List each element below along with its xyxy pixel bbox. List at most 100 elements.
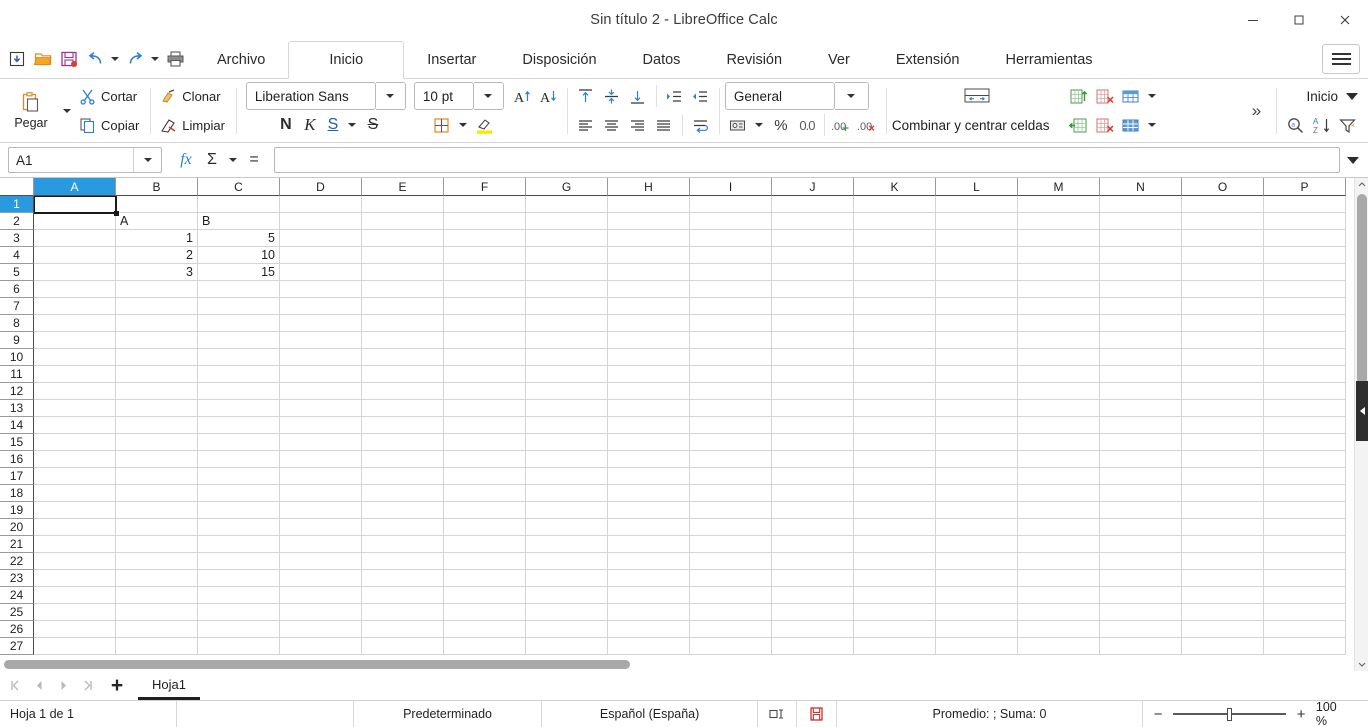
font-name-combo[interactable]: Liberation Sans bbox=[245, 82, 376, 110]
cell-D14[interactable] bbox=[280, 417, 362, 434]
ribbon-overflow-icon[interactable]: » bbox=[1241, 91, 1271, 131]
clone-formatting-button[interactable]: Clonar bbox=[156, 83, 226, 110]
cell-P16[interactable] bbox=[1264, 451, 1346, 468]
cell-D24[interactable] bbox=[280, 587, 362, 604]
cell-K18[interactable] bbox=[854, 485, 936, 502]
cell-J12[interactable] bbox=[772, 383, 854, 400]
cell-M16[interactable] bbox=[1018, 451, 1100, 468]
underline-button[interactable]: S bbox=[322, 112, 344, 139]
cell-L1[interactable] bbox=[936, 196, 1018, 213]
cell-P10[interactable] bbox=[1264, 349, 1346, 366]
cell-H2[interactable] bbox=[608, 213, 690, 230]
row-header-3[interactable]: 3 bbox=[0, 230, 34, 247]
cell-O8[interactable] bbox=[1182, 315, 1264, 332]
cell-A23[interactable] bbox=[34, 570, 116, 587]
row-header-24[interactable]: 24 bbox=[0, 587, 34, 604]
cell-P17[interactable] bbox=[1264, 468, 1346, 485]
cell-K17[interactable] bbox=[854, 468, 936, 485]
paste-dropdown-icon[interactable] bbox=[58, 97, 75, 124]
cell-G17[interactable] bbox=[526, 468, 608, 485]
borders-icon[interactable] bbox=[429, 112, 455, 139]
cell-C10[interactable] bbox=[198, 349, 280, 366]
italic-button[interactable]: K bbox=[298, 112, 322, 139]
cell-D26[interactable] bbox=[280, 621, 362, 638]
cell-L27[interactable] bbox=[936, 638, 1018, 655]
cell-L5[interactable] bbox=[936, 264, 1018, 281]
cell-F11[interactable] bbox=[444, 366, 526, 383]
cell-F18[interactable] bbox=[444, 485, 526, 502]
column-header-b[interactable]: B bbox=[116, 178, 198, 196]
cell-M15[interactable] bbox=[1018, 434, 1100, 451]
cell-L10[interactable] bbox=[936, 349, 1018, 366]
cell-M17[interactable] bbox=[1018, 468, 1100, 485]
cell-H12[interactable] bbox=[608, 383, 690, 400]
cell-I8[interactable] bbox=[690, 315, 772, 332]
cell-M26[interactable] bbox=[1018, 621, 1100, 638]
cell-A18[interactable] bbox=[34, 485, 116, 502]
save-icon[interactable] bbox=[56, 44, 82, 74]
cell-O23[interactable] bbox=[1182, 570, 1264, 587]
column-header-i[interactable]: I bbox=[690, 178, 772, 196]
cell-I6[interactable] bbox=[690, 281, 772, 298]
cell-P13[interactable] bbox=[1264, 400, 1346, 417]
cell-A17[interactable] bbox=[34, 468, 116, 485]
open-folder-icon[interactable] bbox=[30, 44, 56, 74]
clear-formatting-button[interactable]: Limpiar bbox=[156, 112, 231, 139]
cell-G1[interactable] bbox=[526, 196, 608, 213]
cell-D5[interactable] bbox=[280, 264, 362, 281]
cell-O21[interactable] bbox=[1182, 536, 1264, 553]
row-header-8[interactable]: 8 bbox=[0, 315, 34, 332]
strikethrough-button[interactable]: S bbox=[361, 112, 385, 139]
cell-C11[interactable] bbox=[198, 366, 280, 383]
cell-K6[interactable] bbox=[854, 281, 936, 298]
cell-C4[interactable]: 10 bbox=[198, 247, 280, 264]
zoom-out-button[interactable]: − bbox=[1151, 706, 1164, 723]
cell-L17[interactable] bbox=[936, 468, 1018, 485]
cell-I9[interactable] bbox=[690, 332, 772, 349]
cell-J18[interactable] bbox=[772, 485, 854, 502]
cell-N11[interactable] bbox=[1100, 366, 1182, 383]
cell-L24[interactable] bbox=[936, 587, 1018, 604]
cell-F23[interactable] bbox=[444, 570, 526, 587]
row-header-18[interactable]: 18 bbox=[0, 485, 34, 502]
tab-datos[interactable]: Datos bbox=[620, 40, 704, 78]
currency-dropdown-icon[interactable] bbox=[751, 112, 768, 139]
cell-B1[interactable] bbox=[116, 196, 198, 213]
cell-I25[interactable] bbox=[690, 604, 772, 621]
cell-N25[interactable] bbox=[1100, 604, 1182, 621]
row-header-16[interactable]: 16 bbox=[0, 451, 34, 468]
zoom-thumb[interactable] bbox=[1226, 707, 1232, 721]
cell-M7[interactable] bbox=[1018, 298, 1100, 315]
align-justify-icon[interactable] bbox=[651, 112, 677, 139]
cell-D21[interactable] bbox=[280, 536, 362, 553]
cell-G27[interactable] bbox=[526, 638, 608, 655]
cell-M12[interactable] bbox=[1018, 383, 1100, 400]
cell-K8[interactable] bbox=[854, 315, 936, 332]
cell-G25[interactable] bbox=[526, 604, 608, 621]
tab-insertar[interactable]: Insertar bbox=[404, 40, 499, 78]
scroll-down-icon[interactable] bbox=[1354, 657, 1368, 671]
bold-button[interactable]: N bbox=[274, 112, 298, 139]
format-as-table-icon[interactable] bbox=[1118, 112, 1144, 139]
row-header-13[interactable]: 13 bbox=[0, 400, 34, 417]
align-bottom-icon[interactable] bbox=[625, 83, 651, 110]
cell-G4[interactable] bbox=[526, 247, 608, 264]
cell-B24[interactable] bbox=[116, 587, 198, 604]
cell-D8[interactable] bbox=[280, 315, 362, 332]
cell-H17[interactable] bbox=[608, 468, 690, 485]
cell-A26[interactable] bbox=[34, 621, 116, 638]
cell-A16[interactable] bbox=[34, 451, 116, 468]
cell-A3[interactable] bbox=[34, 230, 116, 247]
cell-B22[interactable] bbox=[116, 553, 198, 570]
cell-P26[interactable] bbox=[1264, 621, 1346, 638]
cell-A13[interactable] bbox=[34, 400, 116, 417]
cell-I10[interactable] bbox=[690, 349, 772, 366]
cell-K26[interactable] bbox=[854, 621, 936, 638]
cell-N26[interactable] bbox=[1100, 621, 1182, 638]
cell-M19[interactable] bbox=[1018, 502, 1100, 519]
cell-E15[interactable] bbox=[362, 434, 444, 451]
cell-E2[interactable] bbox=[362, 213, 444, 230]
highlight-color-icon[interactable] bbox=[472, 112, 498, 139]
cell-F17[interactable] bbox=[444, 468, 526, 485]
cell-O6[interactable] bbox=[1182, 281, 1264, 298]
